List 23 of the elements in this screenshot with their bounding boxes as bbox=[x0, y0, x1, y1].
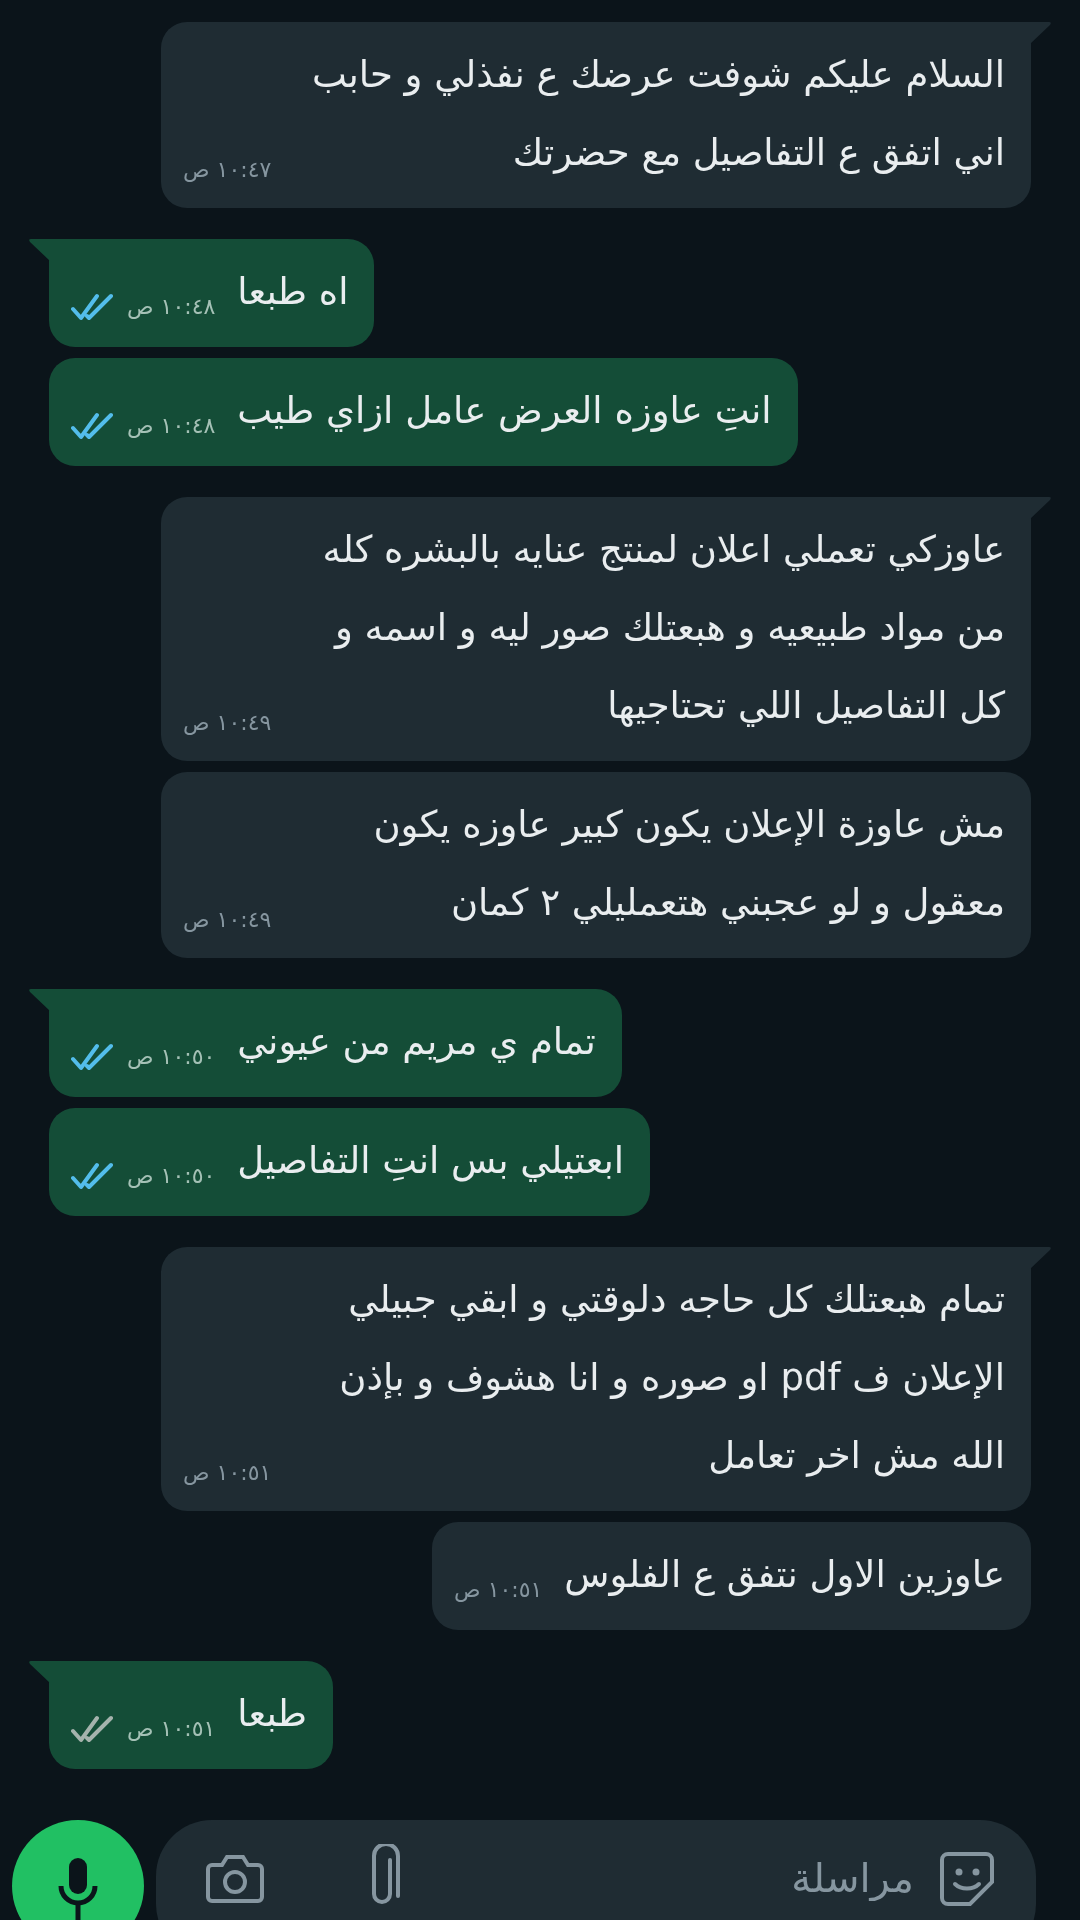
message-time: ١٠:٥٠ ص bbox=[127, 1043, 216, 1071]
message-time: ١٠:٤٨ ص bbox=[127, 412, 216, 440]
message-text: مش عاوزة الإعلان يكون كبير عاوزه يكون معقول و لو عجبني هتعمليلي ٢ كمان bbox=[372, 802, 1005, 926]
message-time: ١٠:٥١ ص bbox=[183, 1459, 272, 1487]
message-text: انتِ عاوزه العرض عامل ازاي طيب bbox=[237, 388, 772, 434]
message-text: عاوزين الاول نتفق ع الفلوس bbox=[564, 1552, 1005, 1598]
microphone-icon bbox=[58, 1858, 98, 1920]
message-time: ١٠:٥٠ ص bbox=[127, 1162, 216, 1190]
message-time: ١٠:٤٩ ص bbox=[183, 709, 272, 737]
message-text: تمام ي مريم من عيوني bbox=[237, 1019, 596, 1065]
camera-icon[interactable] bbox=[206, 1852, 266, 1904]
message-time: ١٠:٤٩ ص bbox=[183, 906, 272, 934]
message-text: تمام هبعتلك كل حاجه دلوقتي و ابقي جبيلي الإعلان ف pdf او صوره و انا هشوف و بإذن الله مش اخر تعامل bbox=[338, 1277, 1005, 1479]
sticker-icon[interactable] bbox=[938, 1850, 996, 1908]
message-text: السلام عليكم شوفت عرضك ع نفذلي و حابب اني اتفق ع التفاصيل مع حضرتك bbox=[311, 52, 1005, 176]
message-time: ١٠:٤٨ ص bbox=[127, 293, 216, 321]
message-time: ١٠:٥١ ص bbox=[127, 1715, 216, 1743]
message-text: ابعتيلي بس انتِ التفاصيل bbox=[237, 1138, 625, 1184]
message-text: اه طبعا bbox=[237, 269, 349, 315]
message-text: عاوزكي تعملي اعلان لمنتج عنايه بالبشره كله من مواد طبيعيه و هبعتلك صور ليه و اسمه و كل التفاصيل اللي تحتاجيها bbox=[321, 527, 1005, 729]
message-time: ١٠:٥١ ص bbox=[454, 1576, 543, 1604]
message-text: طبعا bbox=[237, 1691, 308, 1737]
message-time: ١٠:٤٧ ص bbox=[183, 156, 272, 184]
